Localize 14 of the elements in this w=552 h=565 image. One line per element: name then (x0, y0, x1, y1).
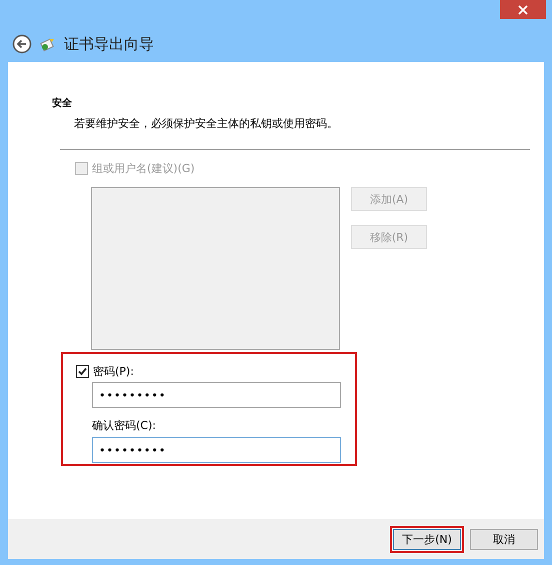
section-heading: 安全 (52, 96, 73, 110)
next-button[interactable]: 下一步(N) (393, 528, 461, 550)
section-description: 若要维护安全，必须保护安全主体的私钥或使用密码。 (74, 116, 339, 131)
cancel-button[interactable]: 取消 (470, 528, 538, 550)
window-title: 证书导出向导 (64, 34, 154, 54)
back-button[interactable] (12, 34, 32, 54)
password-field[interactable]: ••••••••• (92, 382, 341, 408)
password-checkbox[interactable] (76, 364, 89, 378)
group-checkbox-label: 组或用户名(建议)(G) (92, 160, 195, 176)
confirm-password-field[interactable]: ••••••••• (92, 437, 341, 463)
confirm-password-label: 确认密码(C): (92, 418, 157, 433)
close-button[interactable] (500, 0, 546, 19)
password-checkbox-label: 密码(P): (93, 364, 134, 378)
close-icon (518, 4, 528, 14)
